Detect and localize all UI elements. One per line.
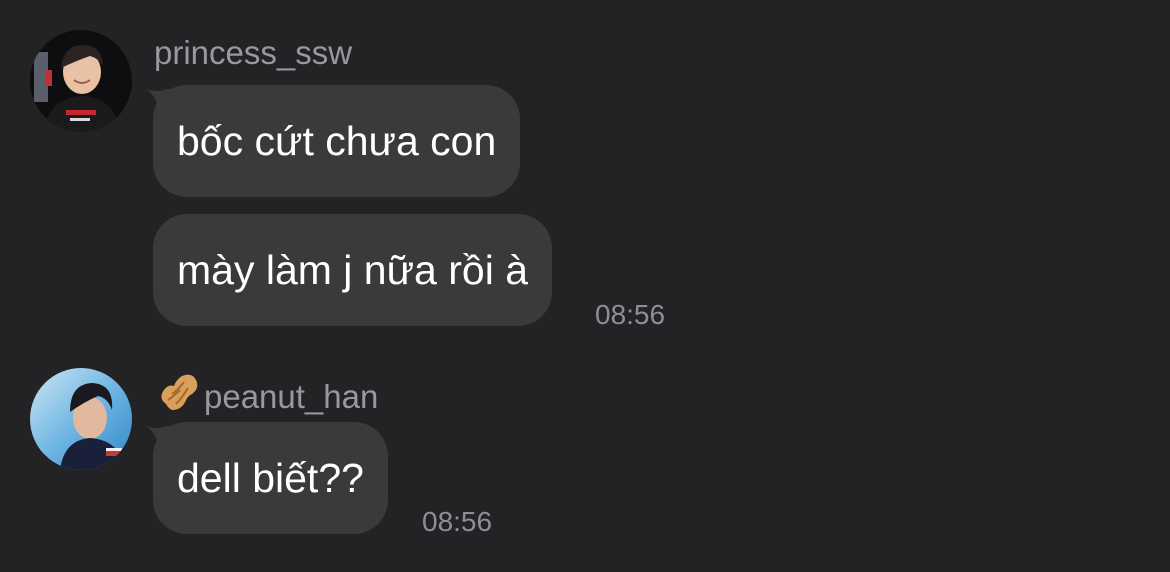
avatar-princess[interactable] — [30, 30, 132, 132]
message-bubble[interactable]: bốc cứt chưa con — [153, 85, 521, 197]
sender-name[interactable]: peanut_han — [156, 370, 378, 423]
sender-name[interactable]: princess_ssw — [154, 33, 352, 73]
message-timestamp: 08:56 — [422, 506, 493, 537]
sender-name-text: princess_ssw — [154, 34, 353, 71]
sender-name-text: peanut_han — [204, 377, 379, 415]
message-text: bốc cứt chưa con — [177, 118, 497, 164]
message-timestamp: 08:56 — [595, 299, 666, 330]
message-bubble[interactable]: mày làm j nữa rồi à — [153, 214, 553, 326]
message-text: dell biết?? — [177, 455, 364, 501]
peanut-icon — [156, 370, 200, 423]
message-bubble[interactable]: dell biết?? — [153, 422, 388, 534]
message-text: mày làm j nữa rồi à — [177, 247, 529, 293]
avatar-peanut[interactable] — [30, 368, 132, 470]
